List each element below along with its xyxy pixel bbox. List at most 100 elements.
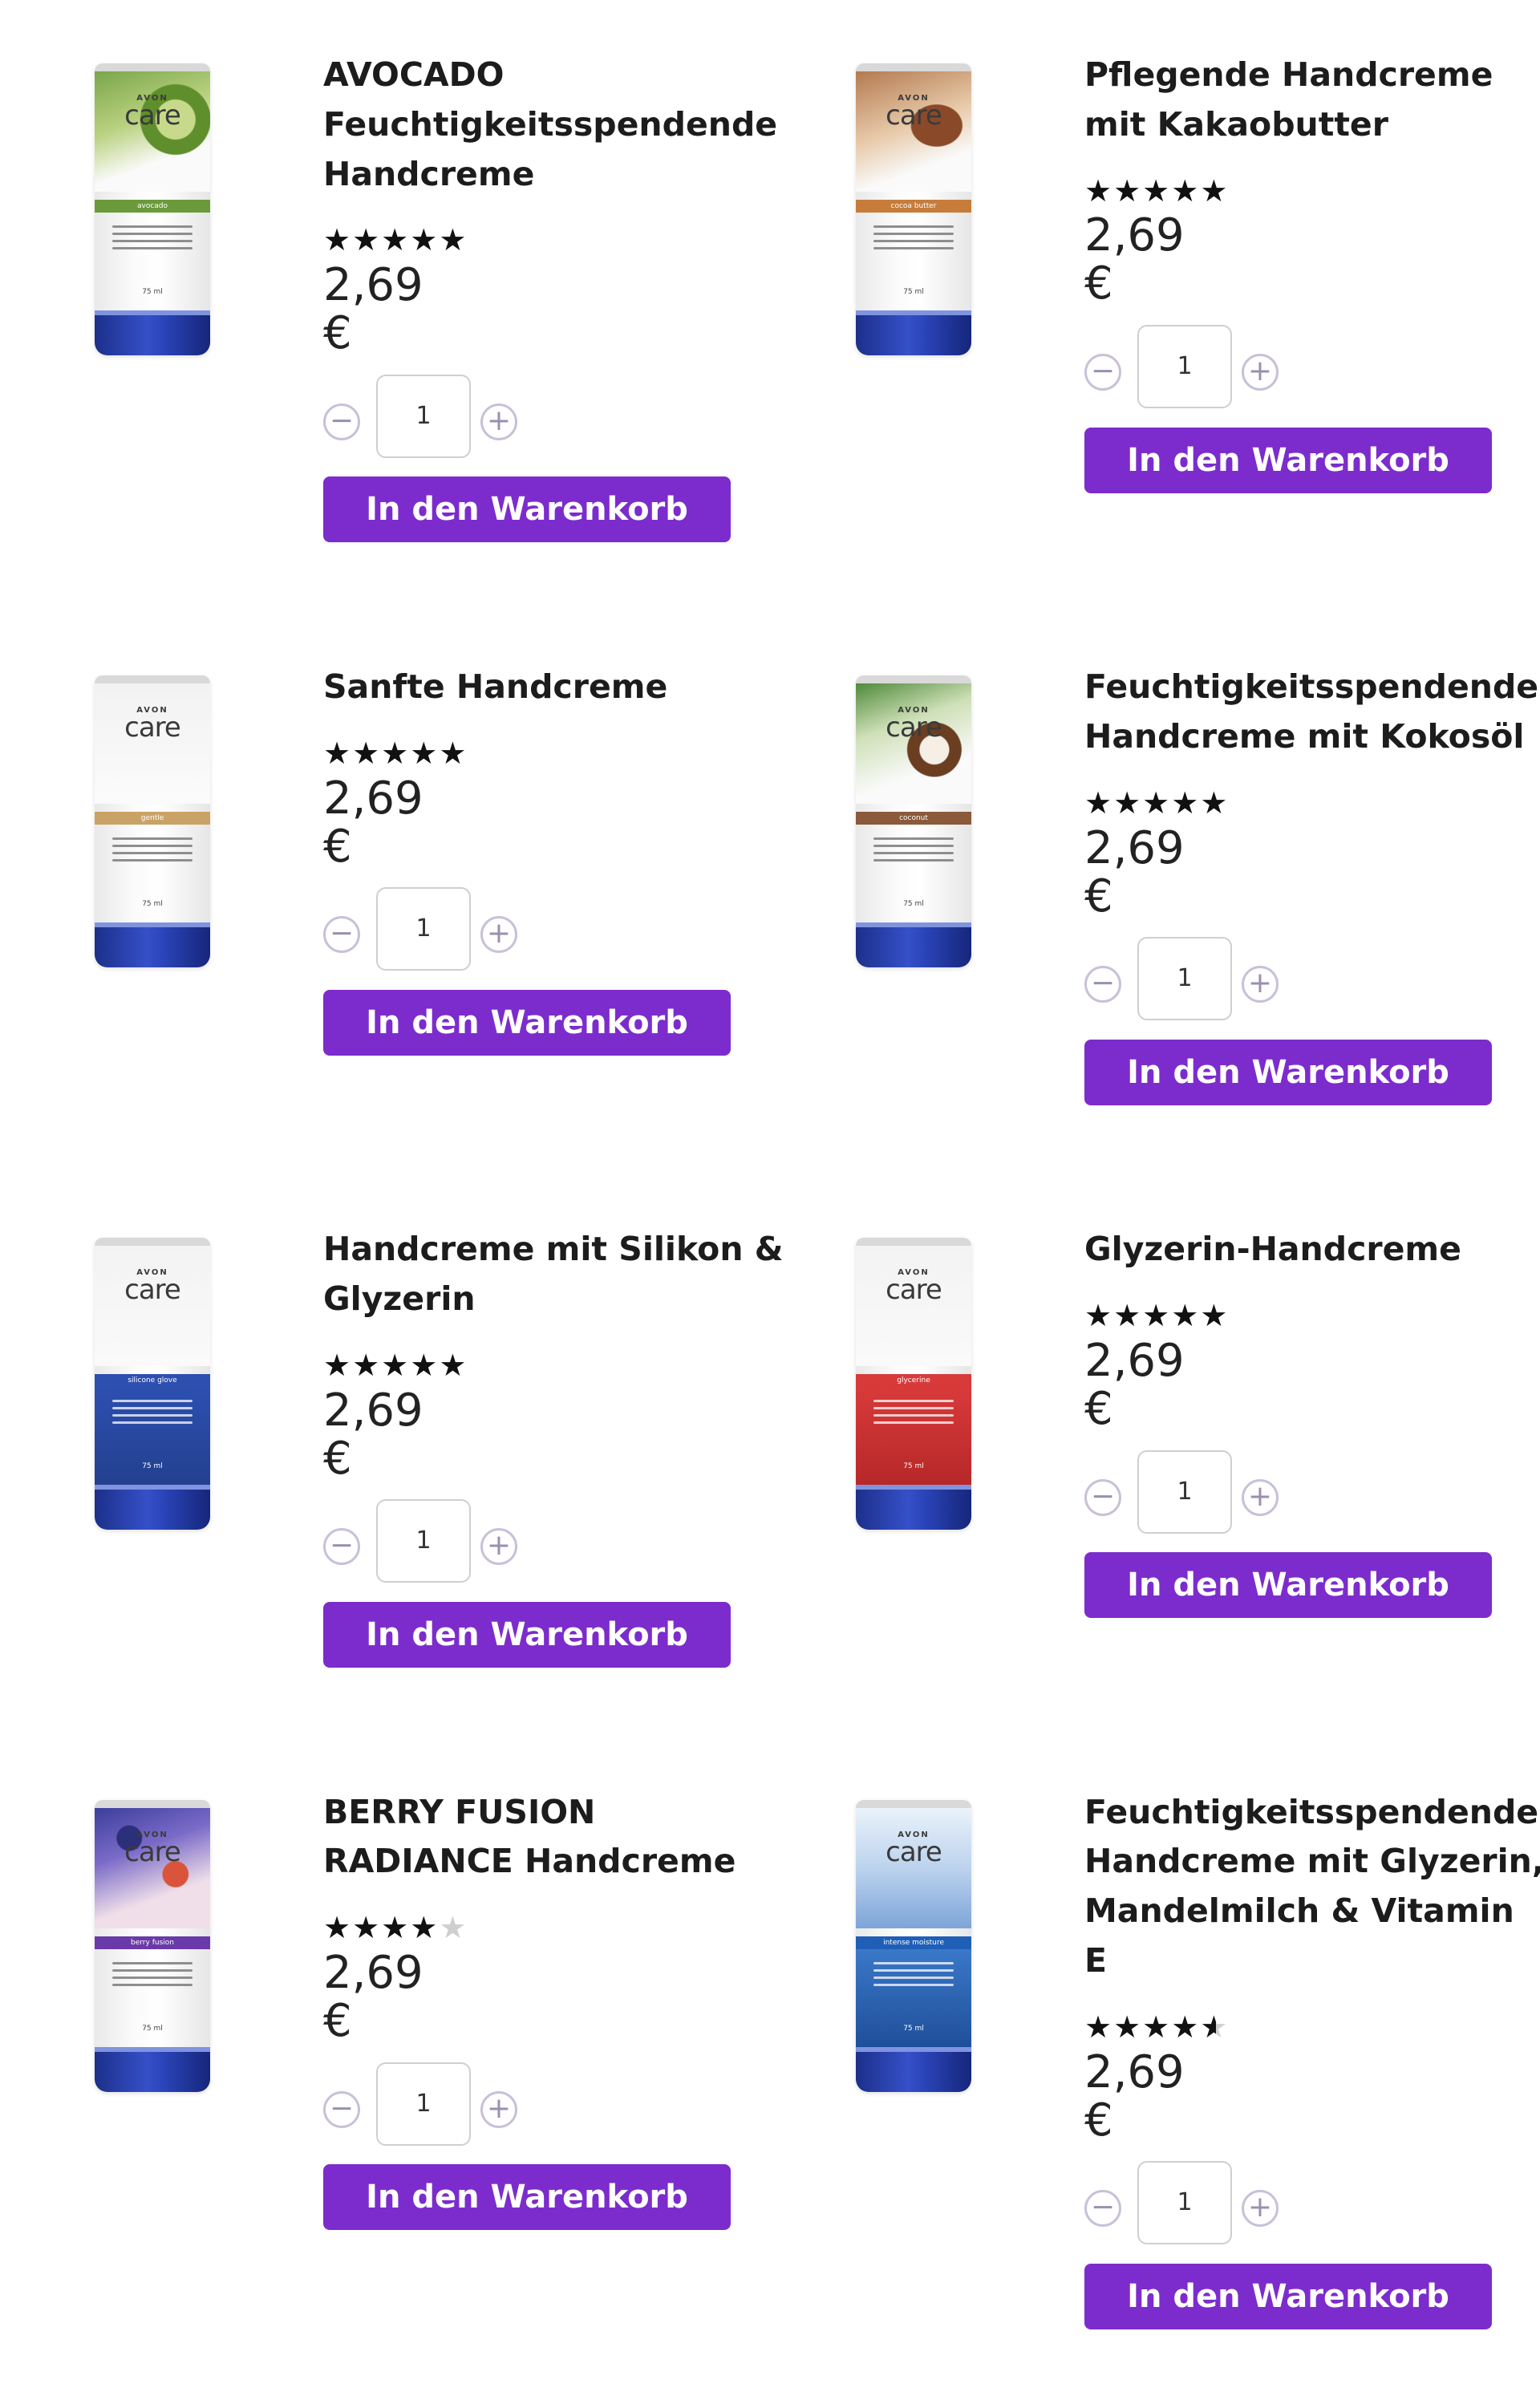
product-title[interactable]: Feuchtigkeitsspendende [323,99,777,149]
volume-label: 75 ml [142,2025,163,2033]
product-title[interactable]: Handcreme [323,149,534,199]
plus-circle-icon[interactable]: + [1242,354,1279,391]
product-title[interactable]: Mandelmilch & Vitamin [1084,1886,1514,1936]
product-title[interactable]: E [1084,1936,1107,1985]
plus-circle-icon[interactable]: + [480,403,517,440]
star-icon: ★ [1171,1298,1201,1333]
rating-stars: ★★★★★ [323,1912,468,1944]
product-title[interactable]: Handcreme mit Silikon & [323,1224,784,1274]
star-icon: ★ [1200,1298,1230,1333]
star-icon: ★ [381,1348,411,1383]
star-icon: ★ [1200,2009,1230,2045]
plus-circle-icon[interactable]: + [1242,966,1279,1003]
plus-circle-icon[interactable]: + [1242,1479,1279,1516]
tube-text-lines [873,1957,954,1991]
variant-band: berry fusion [95,1936,210,1949]
rating-stars: ★★★★★ [1084,2011,1229,2043]
tube-text-lines [112,221,192,254]
minus-circle-icon[interactable]: − [1084,966,1121,1003]
add-to-cart-button[interactable]: In den Warenkorb [1084,428,1492,493]
minus-circle-icon[interactable]: − [323,916,360,953]
add-to-cart-button[interactable]: In den Warenkorb [323,990,731,1056]
star-icon: ★ [1084,785,1114,821]
product-title[interactable]: AVOCADO [323,50,505,99]
product-title[interactable]: Pflegende Handcreme [1084,50,1493,99]
tube-artwork [856,1246,971,1366]
add-to-cart-button[interactable]: In den Warenkorb [323,1602,731,1668]
minus-circle-icon[interactable]: − [1084,1479,1121,1516]
plus-circle-icon[interactable]: + [480,916,517,953]
product-image[interactable]: AVON care berry fusion 75 ml [95,1800,210,2092]
star-icon: ★ [1113,173,1143,209]
tube-text-line [112,837,192,840]
product-price: 2,69 € [323,1385,424,1485]
tube-cap [95,310,210,355]
quantity-input[interactable]: 1 [376,375,471,458]
product-title[interactable]: Feuchtigkeitsspendende [1084,662,1538,712]
tube-text-line [112,247,192,249]
product-title[interactable]: Handcreme mit Glyzerin, [1084,1836,1540,1886]
star-icon: ★ [410,736,440,771]
tube-cap [856,2047,971,2092]
tube-text-lines [112,1957,192,1991]
add-to-cart-button[interactable]: In den Warenkorb [323,476,731,542]
tube-seal [856,675,971,683]
star-icon: ★ [1142,1298,1172,1333]
product-title[interactable]: Sanfte Handcreme [323,662,667,712]
tube-seal [95,1238,210,1246]
minus-circle-icon[interactable]: − [1084,354,1121,391]
add-to-cart-button[interactable]: In den Warenkorb [323,2164,731,2230]
quantity-input[interactable]: 1 [1137,1450,1232,1534]
product-title[interactable]: Handcreme mit Kokosöl [1084,712,1524,761]
add-to-cart-button[interactable]: In den Warenkorb [1084,2264,1492,2329]
quantity-input[interactable]: 1 [1137,325,1232,408]
tube-text-line [873,1969,954,1972]
brand-care: care [124,1836,181,1868]
tube-text-lines [873,833,954,866]
product-image[interactable]: AVON care gentle 75 ml [95,675,210,967]
quantity-input[interactable]: 1 [376,1499,471,1583]
tube-artwork [95,71,210,192]
star-icon: ★ [323,736,353,771]
product-title[interactable]: mit Kakaobutter [1084,99,1388,149]
star-icon: ★ [439,736,468,771]
minus-circle-icon[interactable]: − [1084,2190,1121,2227]
product-image[interactable]: AVON care avocado 75 ml [95,63,210,355]
product-image[interactable]: AVON care coconut 75 ml [856,675,971,967]
quantity-input[interactable]: 1 [376,887,471,971]
star-icon: ★ [1200,173,1230,209]
product-title[interactable]: RADIANCE Handcreme [323,1836,736,1886]
quantity-input[interactable]: 1 [1137,937,1232,1020]
product-image[interactable]: AVON care intense moisture 75 ml [856,1800,971,2092]
add-to-cart-button[interactable]: In den Warenkorb [1084,1552,1492,1618]
tube-text-line [873,225,954,228]
quantity-input[interactable]: 1 [376,2062,471,2146]
star-icon: ★ [1200,785,1230,821]
product-title[interactable]: Glyzerin-Handcreme [1084,1224,1461,1274]
product-price: 2,69 € [1084,209,1185,310]
tube-text-line [873,859,954,862]
tube-text-line [873,1407,954,1409]
brand-care: care [886,712,942,744]
product-price: 2,69 € [323,1947,424,2047]
star-icon: ★ [352,1910,382,1945]
product-title[interactable]: Glyzerin [323,1274,476,1324]
product-image[interactable]: AVON care silicone glove 75 ml [95,1238,210,1530]
tube-cap [856,310,971,355]
minus-circle-icon[interactable]: − [323,2091,360,2128]
star-icon: ★ [1142,173,1172,209]
plus-circle-icon[interactable]: + [480,2091,517,2128]
add-to-cart-button[interactable]: In den Warenkorb [1084,1040,1492,1105]
product-title[interactable]: BERRY FUSION [323,1787,595,1837]
quantity-input[interactable]: 1 [1137,2161,1232,2244]
plus-circle-icon[interactable]: + [1242,2190,1279,2227]
tube-cap [95,922,210,967]
product-image[interactable]: AVON care glycerine 75 ml [856,1238,971,1530]
tube-text-line [873,1962,954,1964]
minus-circle-icon[interactable]: − [323,1528,360,1565]
product-image[interactable]: AVON care cocoa butter 75 ml [856,63,971,355]
minus-circle-icon[interactable]: − [323,403,360,440]
plus-circle-icon[interactable]: + [480,1528,517,1565]
brand-logo: AVON care [95,706,210,741]
product-title[interactable]: Feuchtigkeitsspendende [1084,1787,1538,1837]
